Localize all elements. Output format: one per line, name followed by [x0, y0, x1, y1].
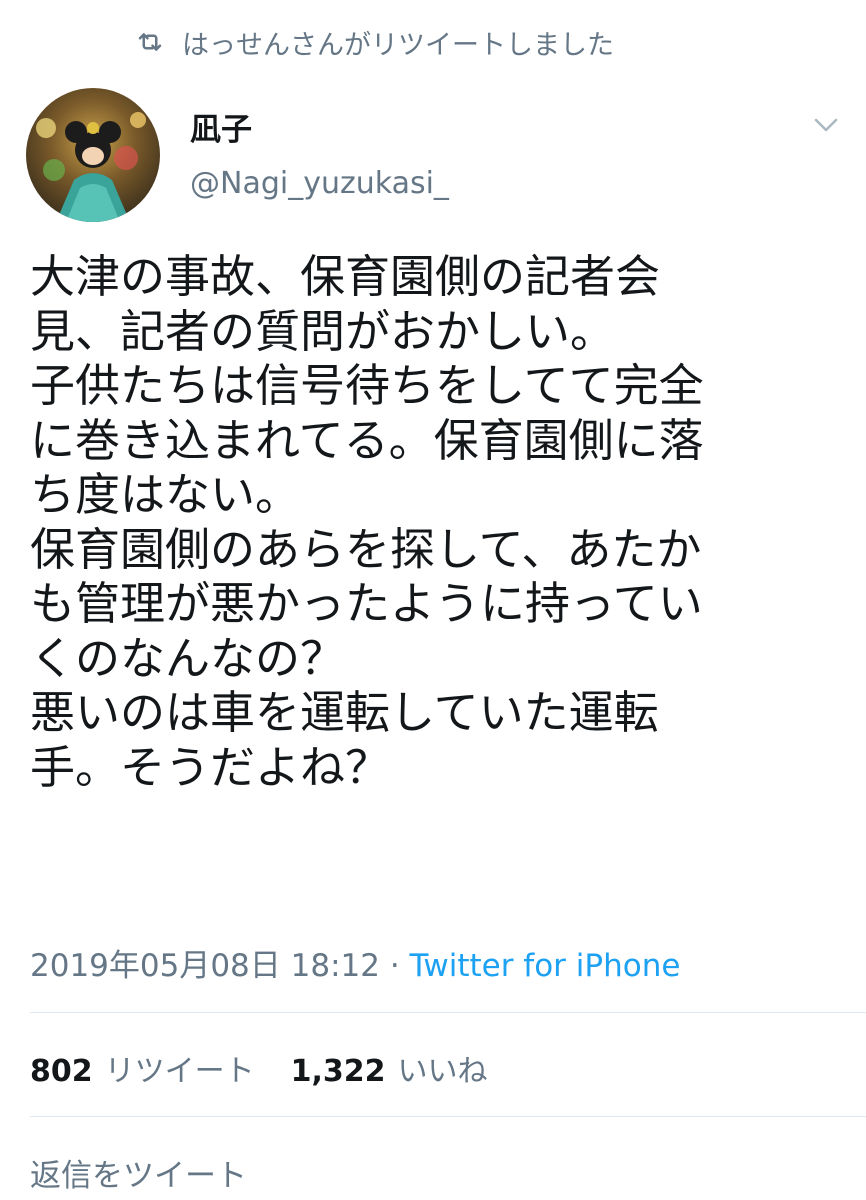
tweet-line: 保育園側のあらを探して、あたか [30, 522, 702, 576]
tweet-text: 大津の事故、保育園側の記者会 見、記者の質問がおかしい。 子供たちは信号待ちをし… [30, 250, 836, 795]
retweet-icon [132, 24, 168, 60]
tweet-line: 悪いのは車を運転していた運転 [30, 686, 659, 739]
tweet-line: 見、記者の質問がおかしい。 [30, 304, 616, 358]
reply-input[interactable]: 返信をツイート [30, 1150, 247, 1195]
retweet-label: リツイート [104, 1054, 255, 1089]
tweet-stats: 802 リツイート 1,322 いいね [30, 1046, 524, 1090]
like-label: いいね [397, 1054, 488, 1089]
avatar[interactable] [26, 88, 160, 222]
tweet-line: も管理が悪かったように持ってい [30, 577, 703, 630]
retweet-context-text: はっせんさんがリツイートしました [182, 29, 614, 61]
retweet-context: はっせんさんがリツイートしました [132, 20, 614, 64]
tweet-line: に巻き込まれてる。保育園側に落 [30, 413, 704, 467]
tweet-timestamp[interactable]: 2019年05月08日 18:12 [30, 948, 380, 984]
tweet-line: 大津の事故、保育園側の記者会 [30, 250, 661, 303]
tweet-line: 手。そうだよね？ [30, 740, 391, 794]
like-stat[interactable]: 1,322 いいね [291, 1046, 488, 1090]
divider [30, 1116, 866, 1117]
divider [30, 1012, 866, 1013]
retweet-stat[interactable]: 802 リツイート [30, 1046, 255, 1090]
tweet-line: 子供たちは信号待ちをしてて完全 [30, 359, 704, 412]
tweet-source-link[interactable]: Twitter for iPhone [410, 948, 681, 984]
chevron-down-icon[interactable] [808, 110, 844, 140]
user-handle[interactable]: @Nagi_yuzukasi_ [190, 166, 449, 201]
like-count: 1,322 [290, 1054, 386, 1089]
display-name[interactable]: 凪子 [190, 104, 252, 149]
meta-separator: · [379, 948, 410, 984]
retweet-count: 802 [30, 1054, 93, 1089]
tweet-line: ち度はない。 [30, 468, 301, 521]
tweet-line: くのなんなの？ [30, 631, 346, 685]
tweet-meta: 2019年05月08日 18:12 · Twitter for iPhone [30, 940, 680, 985]
